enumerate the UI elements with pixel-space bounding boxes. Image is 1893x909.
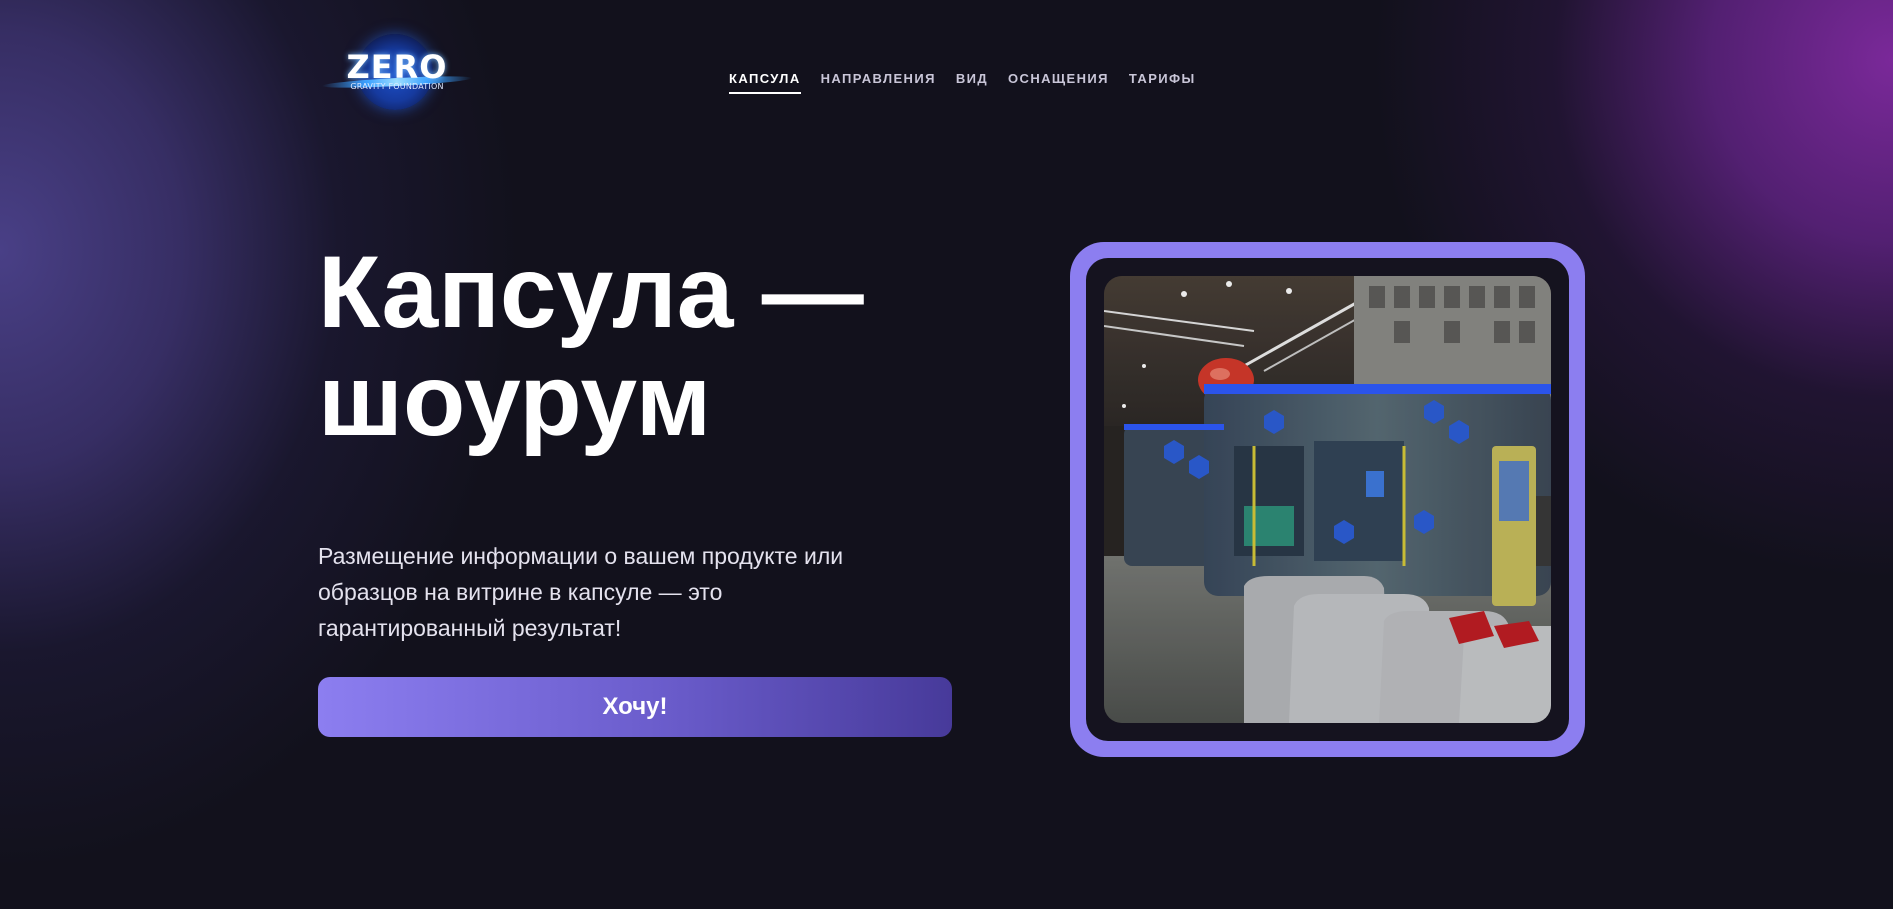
logo-title: ZERO bbox=[346, 48, 448, 86]
nav-item-kapsula[interactable]: КАПСУЛА bbox=[729, 71, 801, 94]
logo-subtitle: GRAVITY FOUNDATION bbox=[350, 82, 444, 91]
logo[interactable]: ZERO GRAVITY FOUNDATION bbox=[321, 30, 473, 110]
main-nav: КАПСУЛА НАПРАВЛЕНИЯ ВИД ОСНАЩЕНИЯ ТАРИФЫ bbox=[729, 71, 1196, 94]
nav-item-tarify[interactable]: ТАРИФЫ bbox=[1129, 71, 1196, 94]
page: ZERO GRAVITY FOUNDATION КАПСУЛА НАПРАВЛЕ… bbox=[0, 0, 1893, 909]
nav-item-napravleniya[interactable]: НАПРАВЛЕНИЯ bbox=[821, 71, 936, 94]
hero-title-line-2: шоурум bbox=[318, 343, 712, 457]
showroom-photo bbox=[1104, 276, 1551, 723]
hero-description: Размещение информации о вашем продукте и… bbox=[318, 543, 844, 641]
photo-frame bbox=[1070, 242, 1585, 757]
cta-button[interactable]: Хочу! bbox=[318, 677, 952, 737]
hero-title: Капсула — шоурум bbox=[318, 238, 918, 454]
nav-item-osnascheniya[interactable]: ОСНАЩЕНИЯ bbox=[1008, 71, 1109, 94]
hero-title-line-1: Капсула — bbox=[318, 235, 864, 349]
nav-item-vid[interactable]: ВИД bbox=[956, 71, 988, 94]
photo-frame-inner bbox=[1086, 258, 1569, 741]
